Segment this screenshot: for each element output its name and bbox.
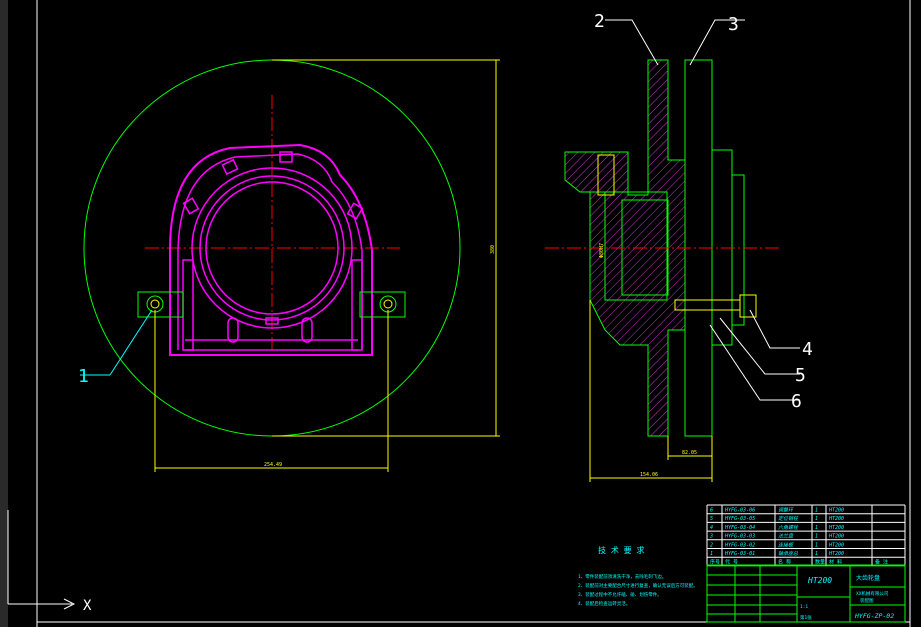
bom-cell-name: 六角螺栓 [778,524,799,531]
bom-cell-name: 连接板 [778,541,794,548]
bom-cell-material: HT200 [828,551,844,557]
scale: 1:1 [800,604,808,610]
dimension-height: 380 [490,245,496,254]
bom-cell-no: 3 [709,534,713,540]
bom-cell-no: 5 [710,516,713,522]
bom-cell-code: HYFG-03-02 [724,542,755,548]
front-view: 254.49 380 1 [78,59,500,472]
cad-drawing-canvas[interactable]: 254.49 380 1 154.06 82.05 Φ80H7 2 3 4 5 … [0,0,921,627]
ucs-x-label: X [83,598,92,614]
section-view: 154.06 82.05 Φ80H7 2 3 4 5 6 [545,11,813,482]
bom-cell-code: HYFG-03-04 [724,525,755,531]
bom-cell-name: 调整环 [778,507,794,514]
bom-cell-qty: 1 [815,516,818,522]
bom-cell-name: 定位销柱 [778,515,799,522]
viewport-edge [0,0,8,627]
material-text: HT200 [807,576,832,585]
bom-cell-qty: 1 [815,525,818,531]
bom-cell-qty: 1 [815,551,818,557]
ucs-icon [7,510,76,610]
front-dimensions [154,59,500,472]
bom-cell-material: HT200 [828,542,844,548]
bom-cell-no: 1 [710,551,713,557]
bom-cell-no: 6 [710,508,713,514]
bom-cell-name: 法兰盘 [778,533,794,540]
bom-cell-qty: 1 [815,534,818,540]
drawing-number: HYFG-ZP-02 [854,612,894,620]
bom-cell-no: 2 [710,542,713,548]
bom-cell-material: HT200 [828,508,844,514]
bom-cell-no: 4 [710,525,713,531]
bom-table: 6 HYFG-03-06 调整环 1 HT200 5 HYFG-03-05 定位销柱 1 HT20… [706,504,906,567]
bom-cell-code: HYFG-03-05 [724,516,755,522]
bearing-housing [169,143,373,356]
part-label-3: 3 [728,14,739,35]
part-label-1: 1 [78,366,89,387]
bom-cell-code: HYFG-03-03 [724,534,755,540]
bom-cell-qty: 1 [815,508,818,514]
bom-cell-code: HYFG-03-06 [724,508,755,514]
dimension-inner: 82.05 [682,450,697,456]
bom-cell-material: HT200 [828,516,844,522]
dimension-bore: Φ80H7 [599,243,605,258]
dimension-width: 254.49 [264,462,282,468]
part-label-2: 2 [594,11,605,32]
dimension-total: 154.06 [640,472,658,478]
sheet: 第1张 [800,614,812,621]
technical-notes: 技 术 要 求 1、零件装配前须清洗干净，去除毛刺飞边。 2、装配前对主要配合尺… [578,545,698,607]
company-name: XX机械有限公司 [856,590,888,597]
bom-cell-code: HYFG-03-01 [724,551,755,557]
drawing-type: 装配图 [860,597,874,604]
part-name: 大齿轮盘 [856,574,880,582]
bom-cell-material: HT200 [828,534,844,540]
part-label-6: 6 [791,391,802,412]
bom-cell-qty: 1 [815,542,818,548]
bom-cell-material: HT200 [828,525,844,531]
bom-cell-name: 轴承座总 [778,550,798,557]
notes-title: 技 术 要 求 [598,545,644,555]
note-4: 4、装配后检查运转灵活。 [578,600,630,607]
note-2: 2、装配前对主要配合尺寸进行复查，确认无误后方可装配。 [578,582,698,589]
part-label-5: 5 [795,365,806,386]
note-3: 3、装配过程中不允许磕、碰、划伤零件。 [578,591,662,598]
note-1: 1、零件装配前须清洗干净，去除毛刺飞边。 [578,573,666,580]
part-label-4: 4 [802,339,813,360]
